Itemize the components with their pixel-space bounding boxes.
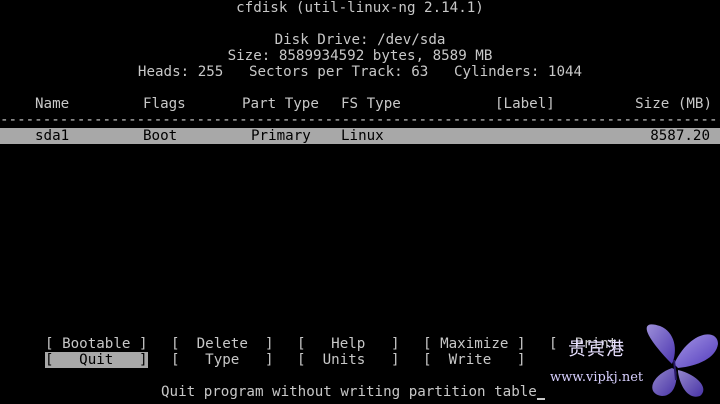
disk-geometry-info: Heads: 255 Sectors per Track: 63 Cylinde… [137, 64, 583, 80]
type-button[interactable]: [ Type ] [171, 352, 274, 368]
delete-button[interactable]: [ Delete ] [171, 336, 274, 352]
column-label: [Label] [495, 96, 555, 112]
status-line: Quit program without writing partition t… [161, 384, 545, 400]
maximize-button[interactable]: [ Maximize ] [423, 336, 526, 352]
row-flags: Boot [143, 128, 178, 144]
table-row[interactable]: sda1 Boot Primary Linux 8587.20 [0, 128, 720, 144]
help-button[interactable]: [ Help ] [297, 336, 400, 352]
write-button[interactable]: [ Write ] [423, 352, 526, 368]
row-fs-type: Linux [341, 128, 384, 144]
units-button[interactable]: [ Units ] [297, 352, 400, 368]
column-name: Name [35, 96, 70, 112]
table-separator: ----------------------------------------… [0, 112, 720, 128]
column-fs-type: FS Type [341, 96, 401, 112]
butterfly-icon [646, 324, 718, 397]
column-size: Size (MB) [635, 96, 712, 112]
disk-size-info: Size: 8589934592 bytes, 8589 MB [227, 48, 493, 64]
row-size: 8587.20 [650, 128, 710, 144]
watermark-logo: 贵宾港 www.vipkj.net [550, 320, 720, 400]
column-part-type: Part Type [242, 96, 319, 112]
column-flags: Flags [143, 96, 186, 112]
watermark-url: www.vipkj.net [550, 370, 644, 385]
program-title: cfdisk (util-linux-ng 2.14.1) [236, 0, 484, 16]
disk-drive-info: Disk Drive: /dev/sda [274, 32, 446, 48]
bootable-button[interactable]: [ Bootable ] [45, 336, 148, 352]
watermark-text: 贵宾港 [568, 339, 625, 360]
row-name: sda1 [35, 128, 70, 144]
row-part-type: Primary [251, 128, 311, 144]
status-message: Quit program without writing partition t… [161, 384, 537, 400]
quit-button[interactable]: [ Quit ] [45, 352, 148, 368]
